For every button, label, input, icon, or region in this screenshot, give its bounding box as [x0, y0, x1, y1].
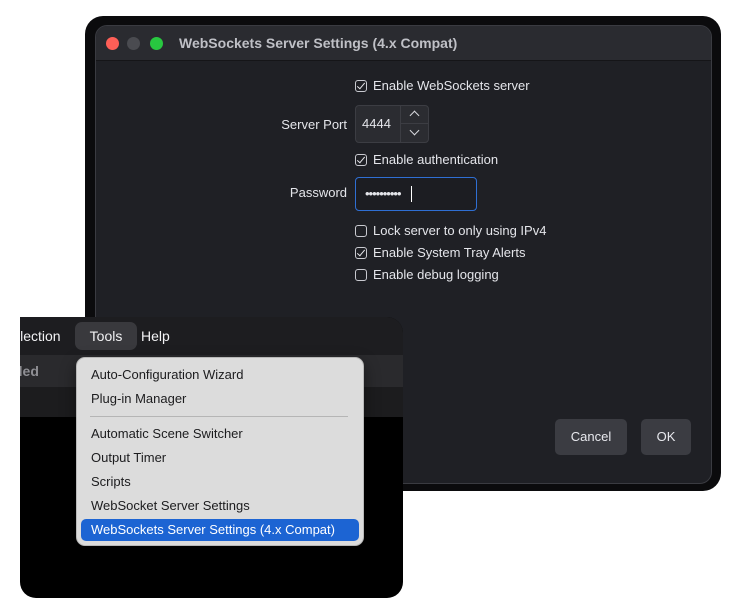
- port-decrement-button[interactable]: [401, 124, 428, 141]
- menu-item-label: Automatic Scene Switcher: [91, 426, 243, 441]
- ok-button[interactable]: OK: [641, 419, 691, 455]
- server-port-spinbox[interactable]: 4444: [355, 105, 429, 143]
- menu-item-automatic-scene-switcher[interactable]: Automatic Scene Switcher: [81, 423, 359, 445]
- menu-item-label: Scripts: [91, 474, 131, 489]
- menu-item-label: WebSocket Server Settings: [91, 498, 250, 513]
- menu-item-auto-config-wizard[interactable]: Auto-Configuration Wizard: [81, 364, 359, 386]
- menu-tools-label: Tools: [89, 328, 123, 344]
- tools-dropdown-menu: Auto-Configuration Wizard Plug-in Manage…: [76, 357, 364, 546]
- enable-auth-label: Enable authentication: [373, 152, 499, 167]
- menu-bar: llection Tools Help: [20, 317, 403, 355]
- enable-server-checkbox-row[interactable]: Enable WebSockets server: [355, 78, 530, 93]
- menu-item-label: WebSockets Server Settings (4.x Compat): [91, 522, 335, 537]
- lock-ipv4-checkbox[interactable]: [355, 224, 367, 237]
- menu-separator: [90, 416, 348, 417]
- menu-tools[interactable]: Tools: [75, 322, 137, 350]
- menu-item-output-timer[interactable]: Output Timer: [81, 447, 359, 469]
- menu-item-label: Auto-Configuration Wizard: [91, 367, 244, 382]
- enable-auth-checkbox-row[interactable]: Enable authentication: [355, 152, 498, 167]
- window-title: WebSockets Server Settings (4.x Compat): [179, 35, 458, 51]
- password-label: Password: [289, 185, 347, 200]
- minimize-window-button[interactable]: [127, 37, 140, 50]
- debug-logging-checkbox[interactable]: [355, 268, 367, 281]
- password-value: ••••••••••: [365, 186, 402, 201]
- server-port-value: 4444: [362, 116, 391, 131]
- tray-alerts-label: Enable System Tray Alerts: [373, 245, 526, 260]
- text-caret: [411, 186, 412, 202]
- scene-title: tled: [20, 363, 39, 379]
- menu-item-plugin-manager[interactable]: Plug-in Manager: [81, 388, 359, 410]
- menu-item-label: Output Timer: [91, 450, 167, 465]
- menu-item-scripts[interactable]: Scripts: [81, 471, 359, 493]
- menu-item-label: Plug-in Manager: [91, 391, 187, 406]
- port-increment-button[interactable]: [401, 106, 428, 124]
- title-bar[interactable]: WebSockets Server Settings (4.x Compat): [96, 26, 711, 61]
- debug-logging-label: Enable debug logging: [373, 267, 499, 282]
- zoom-window-button[interactable]: [150, 37, 163, 50]
- password-input[interactable]: ••••••••••: [355, 177, 477, 211]
- enable-server-label: Enable WebSockets server: [373, 78, 530, 93]
- debug-logging-checkbox-row[interactable]: Enable debug logging: [355, 267, 499, 282]
- tray-alerts-checkbox[interactable]: [355, 246, 367, 259]
- tray-alerts-checkbox-row[interactable]: Enable System Tray Alerts: [355, 245, 525, 260]
- server-port-input[interactable]: 4444: [362, 106, 391, 142]
- chevron-up-icon: [409, 110, 420, 121]
- port-stepper: [400, 106, 428, 142]
- server-port-label: Server Port: [281, 117, 347, 132]
- enable-server-checkbox[interactable]: [355, 79, 367, 92]
- cancel-button[interactable]: Cancel: [555, 419, 627, 455]
- menu-scene-collection[interactable]: llection: [20, 317, 61, 355]
- lock-ipv4-label: Lock server to only using IPv4: [373, 223, 547, 238]
- lock-ipv4-checkbox-row[interactable]: Lock server to only using IPv4: [355, 223, 546, 238]
- enable-auth-checkbox[interactable]: [355, 153, 367, 166]
- menu-item-websocket-server-settings[interactable]: WebSocket Server Settings: [81, 495, 359, 517]
- menu-item-websockets-4x-compat[interactable]: WebSockets Server Settings (4.x Compat): [81, 519, 359, 541]
- close-window-button[interactable]: [106, 37, 119, 50]
- menu-help[interactable]: Help: [141, 317, 170, 355]
- chevron-down-icon: [409, 125, 420, 136]
